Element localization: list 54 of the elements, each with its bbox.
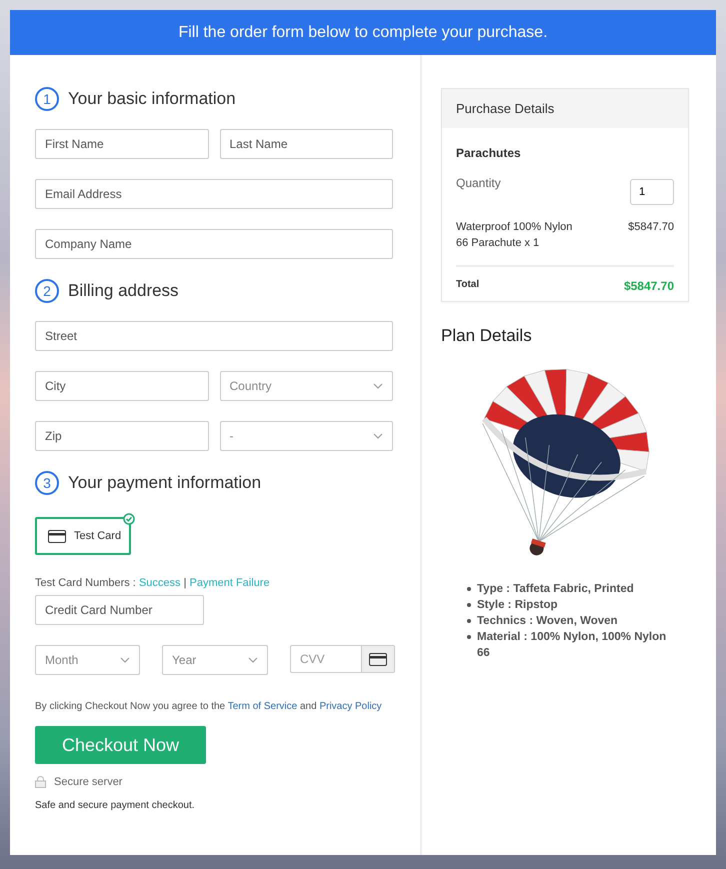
cvv-field[interactable]: CVV	[290, 645, 361, 673]
bullet-icon	[467, 619, 471, 623]
text-field[interactable]: First Name	[35, 129, 208, 159]
quantity-label: Quantity	[456, 176, 501, 190]
feature-text: Type : Taffeta Fabric, Printed	[477, 582, 635, 597]
select-field[interactable]: -	[220, 421, 393, 451]
item-description: Waterproof 100% Nylon 66 Parachute x 1	[456, 220, 574, 251]
feature-text: Material : 100% Nylon, 100% Nylon 66	[477, 630, 668, 661]
text-field[interactable]: City	[35, 371, 208, 401]
step-number: 3	[35, 471, 59, 495]
bullet-icon	[467, 587, 471, 591]
quantity-field[interactable]: 1	[630, 179, 674, 205]
chevron-icon	[373, 433, 383, 439]
lock-icon	[35, 776, 46, 788]
card-title: Purchase Details	[442, 89, 688, 128]
text-field[interactable]: Street	[35, 321, 393, 351]
section-title: Billing address	[68, 281, 179, 301]
bullet-icon	[467, 603, 471, 607]
check-icon	[123, 513, 135, 525]
text-field[interactable]: Company Name	[35, 229, 393, 259]
product-name: Parachutes	[456, 146, 522, 160]
step-number: 2	[35, 279, 59, 303]
agreement-text: By clicking Checkout Now you agree to the Term of Service and Privacy Policy	[35, 701, 383, 712]
total-label: Total	[456, 279, 480, 290]
total-price: $5847.70	[624, 279, 674, 293]
section-title: Your basic information	[68, 89, 236, 109]
text-field[interactable]: Last Name	[220, 129, 393, 159]
checkout-button[interactable]: Checkout Now	[35, 726, 206, 764]
feature-text: Style : Ripstop	[477, 598, 559, 613]
success-link[interactable]: Success	[138, 577, 181, 589]
privacy-link[interactable]: Privacy Policy	[319, 701, 382, 712]
plan-title: Plan Details	[441, 326, 533, 346]
safe-checkout-note: Safe and secure payment checkout.	[35, 800, 196, 811]
feature-text: Technics : Woven, Woven	[477, 614, 619, 629]
text-field[interactable]: Email Address	[35, 179, 393, 209]
step-number: 1	[35, 87, 59, 111]
terms-link[interactable]: Term of Service	[228, 701, 298, 712]
payment-failure-link[interactable]: Payment Failure	[190, 577, 270, 589]
credit-card-icon	[369, 652, 387, 666]
secure-server-text: Secure server	[54, 776, 122, 788]
select-field[interactable]: Country	[220, 371, 393, 401]
month-select[interactable]: Month	[35, 645, 140, 675]
chevron-icon	[373, 383, 383, 389]
section-title: Your payment information	[68, 473, 262, 493]
credit-card-icon	[48, 530, 66, 542]
year-select[interactable]: Year	[162, 645, 268, 675]
item-price: $5847.70	[628, 220, 674, 235]
test-card-numbers: Test Card Numbers : Success | Payment Failure	[35, 577, 271, 589]
header-banner: Fill the order form below to complete your purchase.	[10, 10, 716, 55]
bullet-icon	[467, 635, 471, 639]
chevron-icon	[248, 657, 258, 663]
chevron-icon	[120, 657, 130, 663]
text-field[interactable]: Zip	[35, 421, 208, 451]
card-number-field[interactable]: Credit Card Number	[35, 595, 204, 625]
